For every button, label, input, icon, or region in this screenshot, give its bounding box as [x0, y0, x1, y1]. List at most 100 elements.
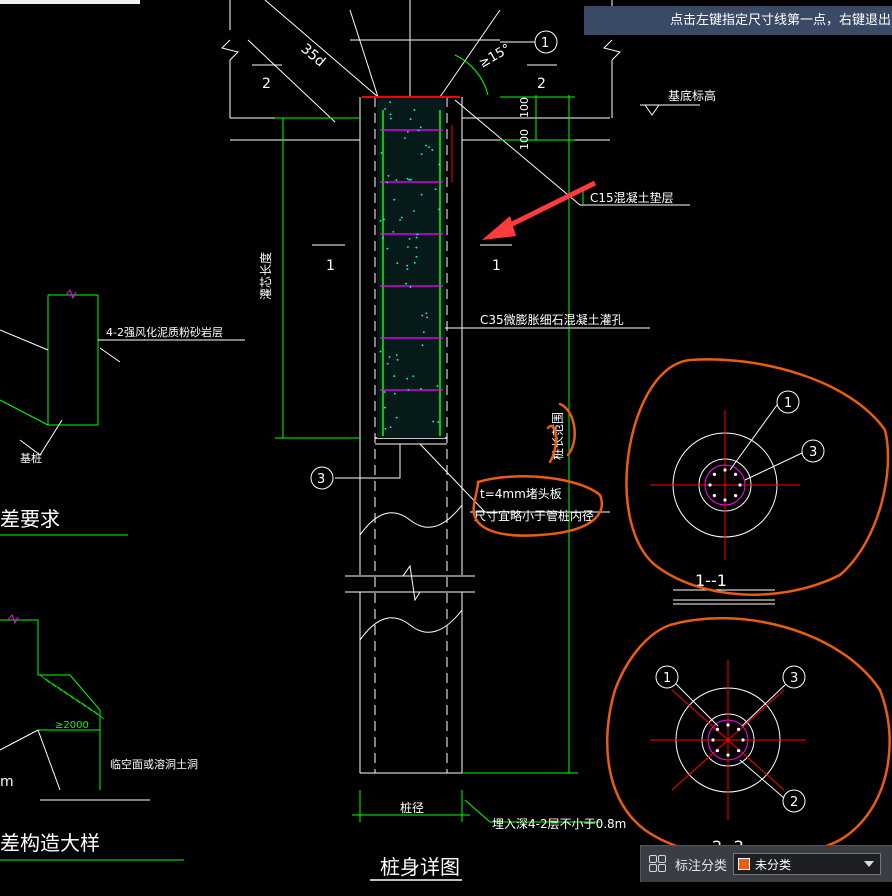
dim-100-b: 100 — [518, 129, 531, 150]
concrete-speckle — [434, 188, 437, 191]
prompt-text: 点击左键指定尺寸线第一点，右键退出 — [670, 13, 892, 28]
c15-label: C15混凝土垫层 — [590, 190, 674, 205]
concrete-speckle — [407, 246, 409, 248]
concrete-speckle — [386, 247, 389, 250]
concrete-speckle — [387, 174, 390, 177]
concrete-speckle — [422, 331, 425, 334]
hatch-line — [57, 686, 69, 696]
section-rebar-dot — [737, 727, 741, 731]
section-rebar-dot — [734, 472, 738, 476]
sec-right: 1 — [492, 258, 501, 274]
concrete-speckle — [386, 362, 389, 365]
concrete-speckle — [388, 356, 391, 358]
concrete-speckle — [386, 181, 389, 184]
hatch-line — [51, 682, 63, 692]
chevron-down-icon[interactable] — [864, 861, 875, 867]
concrete-speckle — [420, 153, 423, 156]
category-select[interactable]: 未分类 — [733, 853, 882, 875]
concrete-speckle — [415, 236, 418, 239]
concrete-speckle — [407, 130, 409, 133]
concrete-speckle — [393, 392, 396, 395]
concrete-speckle — [389, 101, 392, 104]
concrete-speckle — [389, 113, 392, 116]
concrete-speckle — [392, 230, 395, 233]
concrete-speckle — [428, 146, 430, 148]
section-rebar-dot — [738, 483, 742, 487]
dim-100-a: 100 — [518, 97, 531, 118]
plate-label: t=4mm堵头板 — [480, 487, 562, 501]
left-dim: ≥2000 — [55, 720, 89, 731]
command-prompt-bar: 点击左键指定尺寸线第一点，右键退出 — [584, 6, 892, 35]
concrete-speckle — [408, 237, 411, 240]
concrete-speckle — [438, 208, 441, 211]
hatch-line — [75, 698, 87, 708]
category-color-swatch — [738, 858, 751, 870]
bottom-note: 埋入深4-2层不小于0.8m — [492, 817, 626, 831]
red-arrow-annotation — [482, 180, 597, 240]
concrete-speckle — [404, 137, 406, 139]
concrete-speckle — [436, 385, 439, 387]
concrete-speckle — [396, 358, 399, 361]
c35-label: C35微膨胀细石混凝土灌孔 — [480, 312, 624, 327]
concrete-speckle — [425, 312, 428, 315]
category-grid-icon[interactable] — [649, 855, 667, 873]
concrete-speckle — [406, 264, 409, 267]
concrete-speckle — [415, 246, 418, 249]
half-right: 2 — [537, 76, 546, 92]
concrete-speckle — [438, 163, 441, 166]
s1-mark-3: 3 — [809, 445, 817, 460]
s2-mark-3: 3 — [790, 671, 798, 686]
annotation-toolbar: 标注分类 未分类 — [640, 845, 892, 882]
category-value: 未分类 — [755, 857, 792, 872]
section-rebar-dot — [741, 738, 745, 742]
angle-label: ≥15° — [477, 42, 514, 72]
pile-body — [221, 0, 700, 774]
plate-note: 尺寸宜略小于管桩内径 — [474, 508, 594, 523]
mark-3-main: 3 — [317, 472, 325, 487]
drawing-title: 桩身详图 — [380, 855, 460, 879]
cad-drawing-canvas[interactable]: 2 2 35d ≥15° 100 100 基底标高 C15混凝土垫层 C35微膨… — [0, 0, 892, 896]
section-marks: 1 3 1 3 2 1--1 2--2 — [663, 396, 817, 856]
s2-mark-1: 1 — [663, 671, 671, 686]
half-left: 2 — [262, 76, 271, 92]
elevation-label: 基底标高 — [668, 88, 716, 103]
concrete-speckle — [384, 406, 386, 409]
concrete-speckle — [413, 210, 415, 212]
hatch-line — [69, 694, 81, 704]
concrete-speckle — [413, 109, 416, 111]
concrete-speckle — [389, 426, 392, 429]
section-2-2 — [650, 660, 806, 820]
left-detail-lower — [0, 614, 150, 801]
section-rebar-dot — [723, 498, 727, 502]
hatch-line — [39, 674, 51, 684]
concrete-speckle — [417, 129, 420, 132]
section-1-1 — [650, 390, 825, 605]
hatch-line — [45, 678, 57, 688]
section-rebar-dot — [726, 723, 730, 727]
dim-35d: 35d — [297, 41, 328, 70]
concrete-speckle — [379, 350, 382, 353]
concrete-speckle — [382, 237, 384, 239]
hatch-line — [63, 690, 75, 700]
section-rebar-dot — [715, 749, 719, 753]
concrete-speckle — [395, 354, 398, 356]
concrete-speckle — [420, 388, 422, 390]
section-rebar-dot — [723, 468, 727, 472]
orange-annotations — [472, 358, 891, 860]
category-label: 标注分类 — [675, 858, 728, 874]
concrete-speckle — [426, 316, 428, 319]
left-label-1: 4-2强风化泥质粉砂岩层 — [106, 325, 223, 339]
concrete-speckle — [432, 420, 435, 423]
hatch-line — [81, 702, 93, 712]
section-rebar-dot — [712, 494, 716, 498]
s2-mark-2: 2 — [790, 795, 798, 810]
concrete-speckle — [390, 117, 392, 120]
concrete-speckle — [399, 219, 401, 221]
concrete-speckle — [383, 391, 386, 393]
concrete-speckle — [383, 218, 385, 221]
concrete-speckle — [415, 255, 418, 258]
left-label-2: 基桩 — [20, 451, 42, 465]
concrete-speckle — [406, 268, 409, 271]
left-title-2: 差构造大样 — [0, 831, 100, 855]
concrete-speckle — [407, 388, 410, 391]
